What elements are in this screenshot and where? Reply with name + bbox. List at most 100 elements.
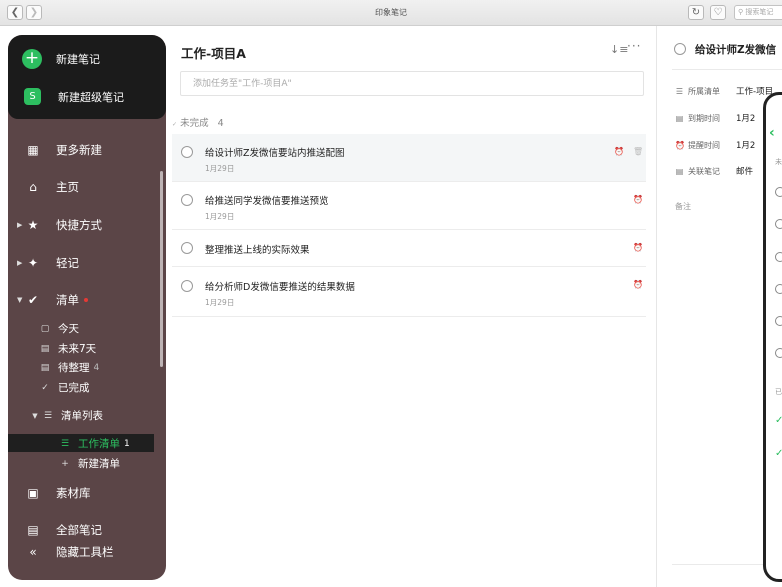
task-row[interactable]: 给设计师Z发微信要站内推送配图 1月29日 ⏰ 🗑 — [172, 134, 646, 182]
phone-done-check-icon[interactable]: ✓ — [775, 415, 782, 426]
alarm-icon[interactable]: ⏰ — [633, 243, 643, 252]
list-label: 所属清单 — [688, 86, 720, 96]
alarm-icon[interactable]: ⏰ — [614, 147, 624, 156]
detail-linked-row[interactable]: ▤ 关联笔记 邮件 — [675, 165, 754, 178]
task-date: 1月29日 — [205, 212, 235, 221]
sidebar-item-shortcuts[interactable]: ▶ ★ 快捷方式 — [8, 217, 166, 233]
back-chevron-icon[interactable]: ‹ — [769, 125, 775, 141]
sort-icon[interactable]: ↓≡ — [610, 43, 628, 56]
list-group-label: 清单列表 — [61, 410, 103, 422]
unread-dot — [84, 298, 88, 302]
phone-preview: ‹ 未 已 ✓ ✓ — [763, 92, 782, 582]
shortcuts-label: 快捷方式 — [56, 218, 102, 232]
work-list-count: 1 — [124, 438, 130, 449]
phone-task-checkbox[interactable] — [775, 252, 782, 262]
done-circle-icon: ✓ — [41, 382, 49, 393]
alarm-icon: ⏰ — [675, 140, 685, 150]
caret-down-icon[interactable]: ▼ — [17, 296, 22, 304]
new-note-button[interactable]: + 新建笔记 — [22, 49, 100, 69]
collapse-icon: « — [29, 545, 37, 559]
sidebar-item-quick-notes[interactable]: ▶ ✦ 轻记 — [8, 255, 166, 271]
task-row[interactable]: 给分析师D发微信要推送的结果数据 1月29日 ⏰ — [172, 267, 646, 317]
task-title: 给分析师D发微信要推送的结果数据 — [205, 282, 355, 293]
phone-task-checkbox[interactable] — [775, 348, 782, 358]
caret-right-icon[interactable]: ▶ — [17, 259, 22, 267]
caret-right-icon[interactable]: ▶ — [17, 221, 22, 229]
sync-icon[interactable]: ↻ — [688, 5, 704, 20]
alarm-icon[interactable]: ⏰ — [633, 280, 643, 289]
sidebar-item-done[interactable]: ✓ 已完成 — [39, 380, 90, 395]
notes-label[interactable]: 备注 — [675, 201, 691, 212]
group-count: 4 — [217, 118, 224, 129]
sidebar-item-more-new[interactable]: ▦ 更多新建 — [8, 142, 166, 158]
phone-task-checkbox[interactable] — [775, 219, 782, 229]
sidebar-item-lists[interactable]: ▼ ✔ 清单 — [8, 292, 166, 308]
add-task-input[interactable] — [180, 71, 644, 96]
plus-icon: + — [61, 458, 69, 469]
sidebar-item-all-notes[interactable]: ▤ 全部笔记 — [8, 522, 166, 538]
task-checkbox[interactable] — [181, 242, 193, 254]
detail-due-row[interactable]: ▤ 到期时间 1月2 — [675, 112, 756, 125]
divider — [672, 69, 782, 70]
detail-list-row[interactable]: ☰ 所属清单 工作-项目 — [675, 85, 773, 98]
done-label: 已完成 — [58, 382, 90, 394]
more-new-label: 更多新建 — [56, 143, 102, 157]
sidebar-item-home[interactable]: ⌂ 主页 — [8, 179, 166, 195]
new-super-note-label: 新建超级笔记 — [58, 90, 124, 104]
new-list-label: 新建清单 — [78, 458, 120, 470]
group-header-undone[interactable]: ✓ 未完成 4 — [172, 115, 224, 129]
pending-count: 4 — [93, 362, 100, 373]
task-row[interactable]: 给推送同学发微信要推送预览 1月29日 ⏰ — [172, 182, 646, 230]
task-checkbox[interactable] — [181, 280, 193, 292]
plus-icon: + — [22, 49, 42, 69]
sidebar-item-today[interactable]: ▢ 今天 — [39, 321, 79, 336]
linked-label: 关联笔记 — [688, 166, 720, 176]
search-field[interactable]: ⚲ 搜索笔记 — [734, 5, 782, 20]
task-checkbox[interactable] — [181, 146, 193, 158]
linked-value: 邮件 — [736, 167, 754, 177]
calendar-icon: ▤ — [675, 113, 684, 123]
sidebar-item-materials[interactable]: ▣ 素材库 — [8, 485, 166, 501]
sidebar-item-list-group[interactable]: ▼ ☰ 清单列表 — [31, 408, 103, 423]
bell-icon[interactable]: ♡ — [710, 5, 726, 20]
phone-undone-header: 未 — [775, 158, 782, 166]
next7-label: 未来7天 — [58, 343, 97, 355]
new-super-note-button[interactable]: S 新建超级笔记 — [22, 88, 124, 105]
work-list-label: 工作清单 — [78, 438, 120, 450]
briefcase-icon: ▣ — [27, 486, 39, 500]
task-checkbox[interactable] — [181, 194, 193, 206]
detail-checkbox[interactable] — [674, 43, 686, 55]
calendar-week-icon: ▤ — [40, 343, 50, 354]
home-label: 主页 — [56, 180, 79, 194]
list-icon: ☰ — [43, 410, 53, 421]
remind-value: 1月2 — [736, 141, 756, 151]
task-row[interactable]: 整理推送上线的实际效果 ⏰ — [172, 230, 646, 267]
phone-done-check-icon[interactable]: ✓ — [775, 448, 782, 459]
sidebar-scrollbar[interactable] — [160, 171, 163, 367]
lists-label: 清单 — [56, 293, 79, 307]
phone-task-checkbox[interactable] — [775, 316, 782, 326]
sidebar-item-next7[interactable]: ▤ 未来7天 — [39, 341, 96, 356]
sidebar-item-new-list[interactable]: + 新建清单 — [59, 456, 120, 471]
alarm-icon[interactable]: ⏰ — [633, 195, 643, 204]
quick-note-icon: ✦ — [27, 256, 39, 270]
check-circle-icon: ✔ — [27, 293, 39, 307]
inbox-icon: ▤ — [40, 362, 50, 373]
task-title: 给推送同学发微信要推送预览 — [205, 196, 329, 207]
sidebar-item-work-list[interactable]: ☰ 工作清单 1 — [59, 436, 130, 451]
phone-task-checkbox[interactable] — [775, 284, 782, 294]
caret-down-icon[interactable]: ▼ — [31, 412, 39, 420]
more-icon[interactable]: ··· — [627, 39, 641, 53]
quick-notes-label: 轻记 — [56, 256, 79, 270]
detail-remind-row[interactable]: ⏰ 提醒时间 1月2 — [675, 139, 756, 152]
hide-toolbar-button[interactable]: « 隐藏工具栏 — [8, 544, 166, 560]
search-placeholder: 搜索笔记 — [745, 8, 774, 16]
list-title: 工作-项目A — [181, 46, 246, 61]
caret-down-icon: ✓ — [172, 121, 178, 128]
home-icon: ⌂ — [29, 180, 37, 194]
delete-icon[interactable]: 🗑 — [633, 147, 643, 156]
detail-title[interactable]: 给设计师Z发微信 — [695, 42, 776, 57]
sidebar-item-pending[interactable]: ▤ 待整理 4 — [39, 360, 100, 375]
task-title: 整理推送上线的实际效果 — [205, 245, 310, 256]
phone-task-checkbox[interactable] — [775, 187, 782, 197]
